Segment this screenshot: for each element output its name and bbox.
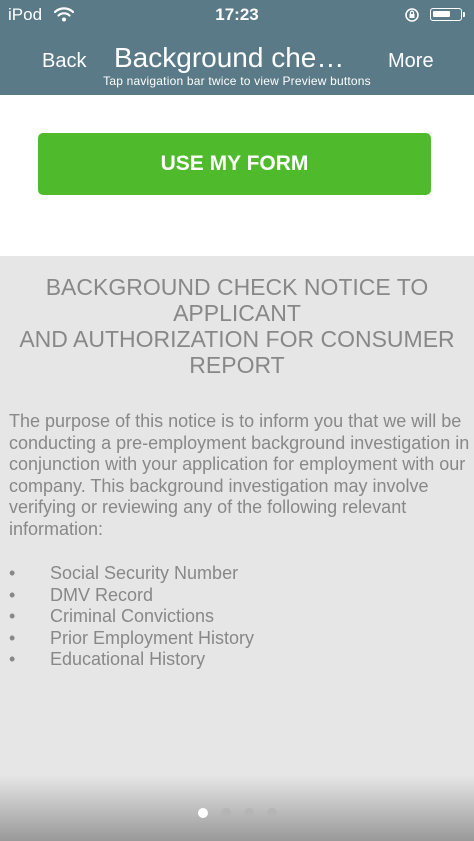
page-dot-1[interactable] <box>197 808 208 818</box>
list-item-label: Prior Employment History <box>50 627 255 648</box>
battery-icon <box>430 8 465 21</box>
more-button[interactable]: More <box>388 50 434 73</box>
page-dot-4[interactable] <box>266 808 277 818</box>
list-item: • Criminal Convictions <box>9 606 254 628</box>
navigation-bar[interactable]: iPod 17:23 Back Background che… More Tap… <box>0 0 474 95</box>
page-dot-2[interactable] <box>220 808 231 818</box>
rotation-lock-icon <box>404 7 420 28</box>
use-my-form-button[interactable]: USE MY FORM <box>38 133 431 195</box>
action-panel: USE MY FORM <box>0 95 474 256</box>
status-bar: iPod 17:23 <box>0 0 474 30</box>
bullet-glyph: • <box>9 584 16 605</box>
document-title: BACKGROUND CHECK NOTICE TO APPLICANT AND… <box>0 274 474 378</box>
document-title-line: BACKGROUND CHECK NOTICE TO <box>45 274 429 300</box>
document-preview[interactable]: BACKGROUND CHECK NOTICE TO APPLICANT AND… <box>0 256 474 841</box>
list-item-label: DMV Record <box>50 584 154 605</box>
list-item: • DMV Record <box>9 585 254 607</box>
document-paragraph: The purpose of this notice is to inform … <box>9 411 470 539</box>
list-item: • Social Security Number <box>9 563 254 585</box>
list-item: • Prior Employment History <box>9 628 254 650</box>
bullet-glyph: • <box>9 563 16 583</box>
list-item-label: Criminal Convictions <box>50 606 215 626</box>
back-button[interactable]: Back <box>42 50 86 73</box>
page-indicator[interactable] <box>0 808 474 818</box>
document-title-line: REPORT <box>189 352 285 378</box>
bullet-glyph: • <box>9 606 16 626</box>
info-list: • Social Security Number • DMV Record • Cri… <box>9 563 254 671</box>
bullet-glyph: • <box>9 627 16 648</box>
page-dot-3[interactable] <box>243 808 254 818</box>
bullet-glyph: • <box>9 649 16 669</box>
page-title: Background che… <box>114 42 345 73</box>
nav-hint: Tap navigation bar twice to view Preview… <box>103 74 371 88</box>
list-item: • Educational History <box>9 649 254 671</box>
document-title-line: APPLICANT <box>173 300 301 326</box>
document-title-line: AND AUTHORIZATION FOR CONSUMER <box>19 326 455 352</box>
list-item-label: Social Security Number <box>50 563 239 583</box>
list-item-label: Educational History <box>50 649 206 669</box>
clock-time: 17:23 <box>215 5 259 24</box>
